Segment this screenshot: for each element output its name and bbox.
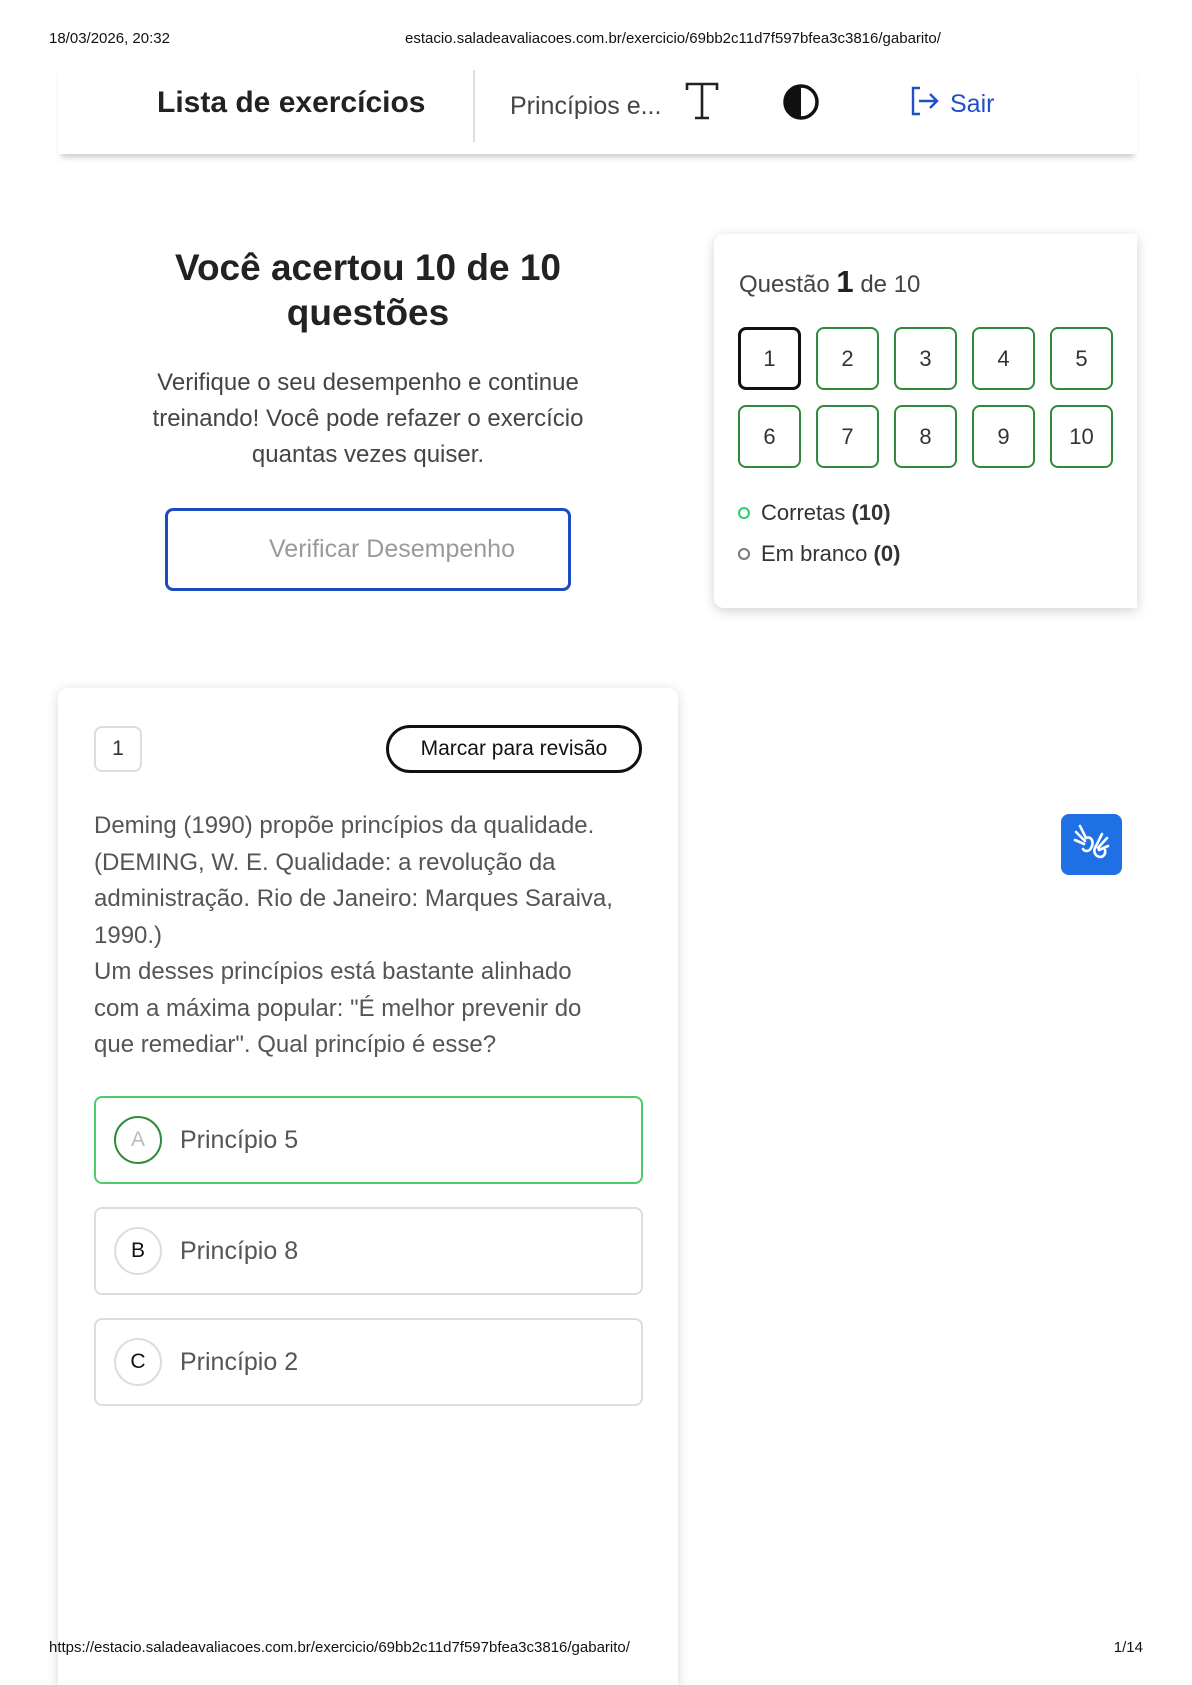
question-button-9[interactable]: 9 xyxy=(972,405,1035,468)
option-letter: C xyxy=(114,1338,162,1386)
exit-label: Sair xyxy=(950,89,995,118)
option-label: Princípio 8 xyxy=(180,1236,299,1265)
mark-for-review-button[interactable]: Marcar para revisão xyxy=(386,725,642,773)
result-message: Verifique o seu desempenho e continue tr… xyxy=(152,369,584,468)
footer-url: https://estacio.saladeavaliacoes.com.br/… xyxy=(49,1639,630,1656)
contrast-icon[interactable] xyxy=(782,83,820,121)
question-text: Deming (1990) propõe princípios da quali… xyxy=(94,812,613,1058)
option-label: Princípio 2 xyxy=(180,1347,299,1376)
question-number-badge: 1 xyxy=(94,726,142,772)
option-label: Princípio 5 xyxy=(180,1125,299,1154)
result-summary: Você acertou 10 de 10 questões Verifique… xyxy=(118,245,618,473)
question-card: 1 Marcar para revisão Deming (1990) prop… xyxy=(58,688,678,1685)
question-button-10[interactable]: 10 xyxy=(1050,405,1113,468)
exit-button[interactable]: Sair xyxy=(908,84,994,124)
print-footer: https://estacio.saladeavaliacoes.com.br/… xyxy=(49,1639,1143,1659)
result-heading: Você acertou 10 de 10 questões xyxy=(175,247,561,333)
answer-option-b[interactable]: B Princípio 8 xyxy=(94,1207,643,1295)
question-button-8[interactable]: 8 xyxy=(894,405,957,468)
navigator-legend: Corretas (10) Em branco (0) xyxy=(738,492,900,574)
answer-option-a[interactable]: A Princípio 5 xyxy=(94,1096,643,1184)
text-size-icon[interactable] xyxy=(682,80,722,124)
subject-title[interactable]: Princípios e... xyxy=(510,92,661,121)
legend-correct: Corretas (10) xyxy=(738,492,900,533)
answer-option-c[interactable]: C Princípio 2 xyxy=(94,1318,643,1406)
header-divider xyxy=(473,70,475,142)
question-grid: 1 2 3 4 5 6 7 8 9 10 xyxy=(738,327,1113,468)
logout-icon xyxy=(908,85,940,124)
question-navigator: Questão 1 de 10 1 2 3 4 5 6 7 8 9 10 Cor… xyxy=(714,234,1137,608)
option-letter: B xyxy=(114,1227,162,1275)
sign-language-button[interactable] xyxy=(1061,814,1122,875)
question-counter: Questão 1 de 10 xyxy=(739,264,921,299)
page-title: Lista de exercícios xyxy=(157,86,426,119)
question-button-3[interactable]: 3 xyxy=(894,327,957,390)
question-button-1[interactable]: 1 xyxy=(738,327,801,390)
question-button-4[interactable]: 4 xyxy=(972,327,1035,390)
question-button-2[interactable]: 2 xyxy=(816,327,879,390)
print-header: 18/03/2026, 20:32 estacio.saladeavaliaco… xyxy=(49,30,1143,50)
current-question-number: 1 xyxy=(836,264,854,299)
question-button-5[interactable]: 5 xyxy=(1050,327,1113,390)
verify-performance-button[interactable]: Verificar Desempenho xyxy=(165,508,571,591)
page-number: 1/14 xyxy=(1113,1639,1143,1656)
top-bar: Lista de exercícios Princípios e... Sair xyxy=(58,66,1137,154)
sign-language-hands-icon xyxy=(1072,822,1112,867)
option-letter: A xyxy=(114,1116,162,1164)
question-button-7[interactable]: 7 xyxy=(816,405,879,468)
legend-blank: Em branco (0) xyxy=(738,533,900,574)
print-date: 18/03/2026, 20:32 xyxy=(49,30,170,47)
print-url: estacio.saladeavaliacoes.com.br/exercici… xyxy=(405,30,941,47)
blank-status-dot xyxy=(738,547,750,560)
question-button-6[interactable]: 6 xyxy=(738,405,801,468)
correct-status-dot xyxy=(738,506,750,519)
